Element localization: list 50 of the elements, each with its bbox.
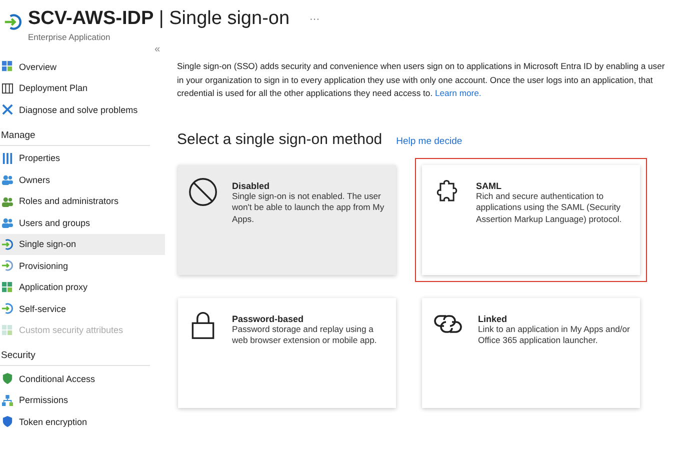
method-card[interactable]: Disabled Single sign-on is not enabled. The user won't be able to launch the app from My Apps.	[178, 164, 396, 274]
section-heading: Security	[0, 341, 150, 366]
people-icon	[2, 217, 13, 228]
nav-item[interactable]: Provisioning	[0, 255, 165, 276]
people-icon	[2, 174, 13, 186]
shield-icon	[2, 373, 13, 384]
method-description: Rich and secure authentication to applications using the SAML (Security Assertion Markup Language) protocol.	[476, 190, 623, 226]
collapse-button[interactable]: «	[154, 42, 160, 56]
nav-item[interactable]: Application proxy	[0, 276, 165, 298]
nav-item[interactable]: Roles and administrators	[0, 190, 165, 212]
sign-in-icon	[2, 238, 13, 250]
method-title: Password-based	[232, 314, 305, 324]
circle-arrow-icon	[2, 303, 13, 314]
method-title: Linked	[478, 314, 508, 324]
nav-item[interactable]: Overview	[0, 56, 165, 78]
tools-icon	[2, 104, 13, 116]
nav-item[interactable]: Self-service	[0, 298, 165, 320]
intro-paragraph: Single sign-on (SSO) adds security and convenience when users sign on to applications in Microsoft Entra ID by enabling a user in your organization to sign in to every application they use with only one account. Once the user logs into an application, that credential is used for all the other applications they need access to. Learn more.	[177, 60, 666, 100]
grid-icon	[2, 61, 13, 72]
page-title: SCV-AWS-IDP | Single sign-on	[28, 8, 290, 30]
sign-in-icon	[4, 13, 22, 31]
tile-icon	[2, 324, 13, 336]
nav-item[interactable]: Deployment Plan	[0, 78, 165, 99]
grid-icon	[2, 282, 13, 293]
nav-item[interactable]: Single sign-on	[0, 234, 165, 255]
prohibited-icon	[188, 176, 218, 206]
network-icon	[2, 394, 13, 406]
section-heading: Manage	[0, 120, 150, 146]
nav-item[interactable]: Properties	[0, 148, 165, 169]
method-card[interactable]: Password-based Password storage and replay using a web browser extension or mobile app.	[178, 298, 396, 408]
more-button[interactable]: ···	[310, 14, 320, 24]
method-card[interactable]: Linked Link to an application in My Apps and/or Office 365 application launcher.	[422, 298, 640, 408]
learn-more-link[interactable]: Learn more.	[434, 88, 482, 98]
nav-item[interactable]: Token encryption	[0, 411, 165, 432]
shield-icon	[2, 416, 13, 428]
method-card[interactable]: SAML Rich and secure authentication to applications using the SAML (Security Assertion Markup Language) protocol.	[422, 164, 640, 274]
method-description: Password storage and replay using a web browser extension or mobile app.	[232, 324, 378, 347]
sliders-icon	[2, 152, 13, 164]
nav-item[interactable]: Conditional Access	[0, 368, 165, 390]
method-description: Single sign-on is not enabled. The user won't be able to launch the app from My Apps.	[232, 190, 386, 226]
page-subtitle: Enterprise Application	[28, 32, 112, 42]
method-title: SAML	[476, 180, 502, 190]
nav-item[interactable]: Permissions	[0, 390, 165, 411]
nav-item[interactable]: Diagnose and solve problems	[0, 99, 165, 120]
method-title: Disabled	[232, 180, 271, 190]
help-link[interactable]: Help me decide	[396, 136, 462, 146]
nav-item[interactable]: Users and groups	[0, 212, 165, 234]
section-title: Select a single sign-on method	[177, 130, 382, 148]
nav-item[interactable]: Owners	[0, 169, 165, 190]
method-description: Link to an application in My Apps and/or Office 365 application launcher.	[478, 324, 630, 347]
